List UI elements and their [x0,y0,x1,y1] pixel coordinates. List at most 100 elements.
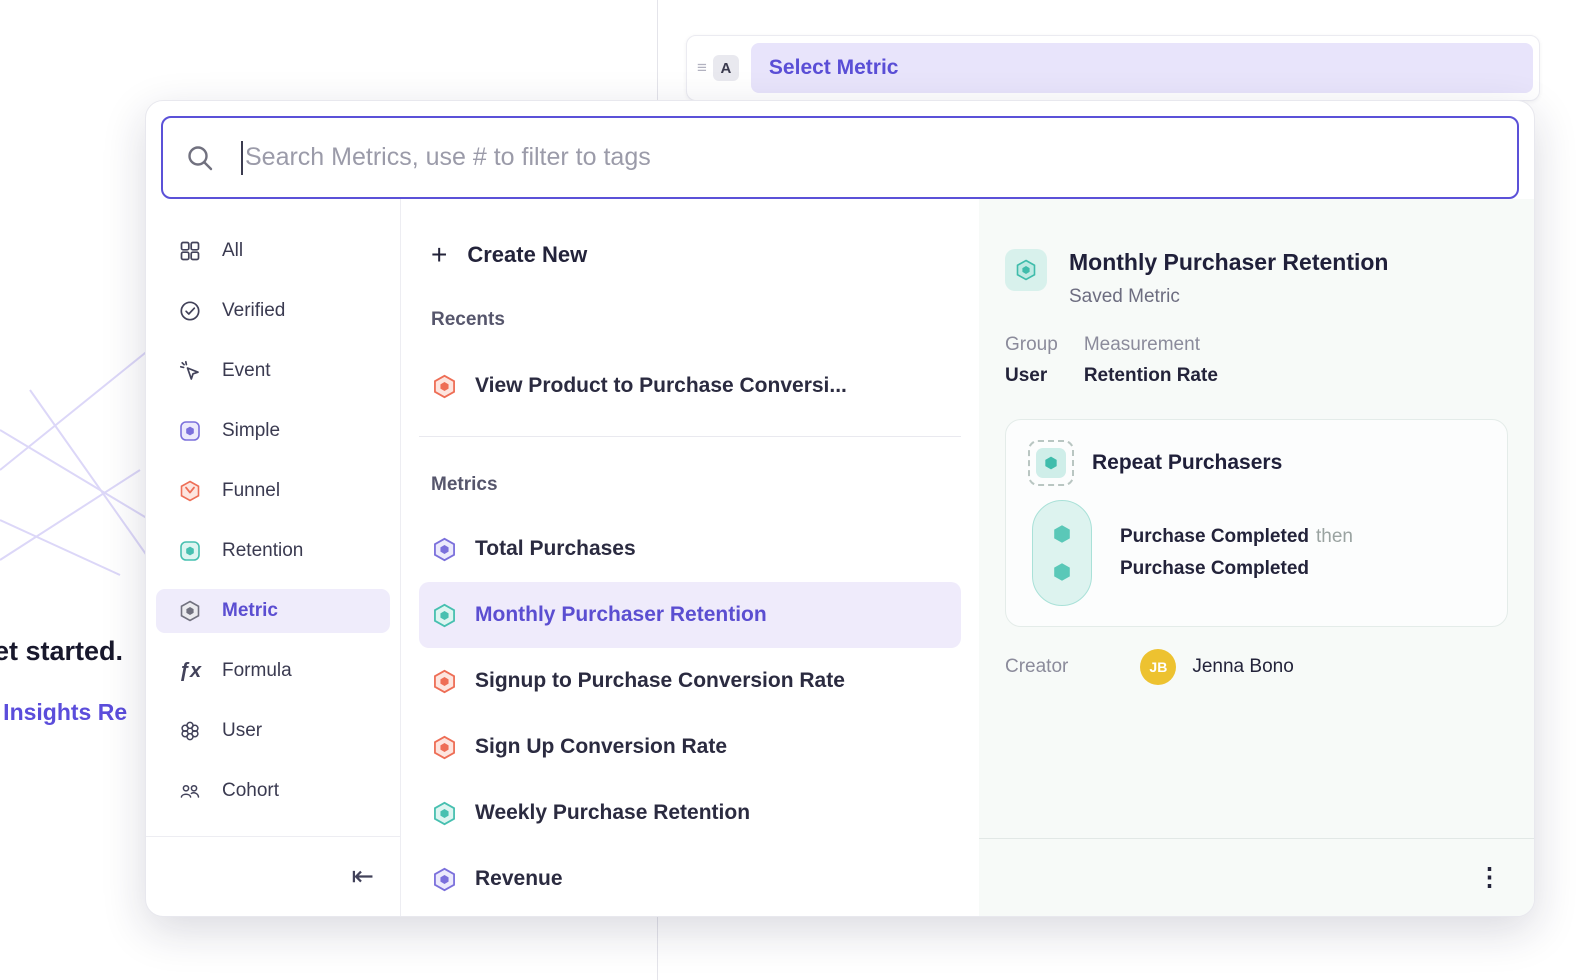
funnel-icon [178,479,202,503]
sidebar-item-label: Simple [222,420,280,442]
metric-item-revenue[interactable]: Revenue [419,846,961,912]
group-meta: Group User [1005,334,1058,387]
list-divider [419,436,961,437]
preview-subtitle: Saved Metric [1069,286,1388,308]
sidebar-footer: ⇤ [146,836,400,916]
retention-metric-icon [431,800,458,827]
metric-item-label: Sign Up Conversion Rate [475,735,727,759]
metric-item-label: Signup to Purchase Conversion Rate [475,669,845,693]
event-icon [178,359,202,383]
sidebar-item-label: Metric [222,600,278,622]
preview-content: Monthly Purchaser Retention Saved Metric… [979,199,1534,838]
funnel-metric-icon [431,734,458,761]
filter-list: All Verified [146,199,400,836]
sidebar-item-cohort[interactable]: Cohort [156,769,390,813]
metric-definition-card: Repeat Purchasers [1005,419,1508,627]
event-hexagon-icon [1051,561,1073,583]
sidebar-item-label: Verified [222,300,285,322]
cohort-dashed-icon [1028,440,1074,486]
filter-sidebar: All Verified [146,199,401,916]
metric-item-total-purchases[interactable]: Total Purchases [419,516,961,582]
search-box [161,116,1519,199]
select-metric-field[interactable]: Select Metric [751,43,1533,93]
metric-icon [178,599,202,623]
metric-item-sign-up-conversion-rate[interactable]: Sign Up Conversion Rate [419,714,961,780]
sidebar-item-label: All [222,240,243,262]
creator-avatar: JB [1140,649,1176,685]
creator-row: Creator JB Jenna Bono [1005,649,1508,685]
sidebar-item-label: User [222,720,262,742]
recents-header: Recents [419,305,961,335]
metric-item-signup-to-purchase-conversion-rate[interactable]: Signup to Purchase Conversion Rate [419,648,961,714]
metric-select-bar: ≡ A Select Metric [686,35,1540,101]
plus-icon: + [431,241,447,269]
user-flower-icon [178,719,202,743]
step-1: Purchase Completedthen [1120,526,1353,548]
measurement-label: Measurement [1084,334,1218,356]
sidebar-item-label: Retention [222,540,303,562]
metric-item-label: Total Purchases [475,537,636,561]
then-connector: then [1316,526,1353,547]
metric-item-label: Revenue [475,867,563,891]
simple-metric-icon [431,866,458,893]
create-new-button[interactable]: + Create New [419,233,961,277]
sidebar-item-label: Formula [222,660,292,682]
background-partial-heading: et started. [0,636,123,667]
metric-item-label: Weekly Purchase Retention [475,801,750,825]
sidebar-item-retention[interactable]: Retention [156,529,390,573]
funnel-metric-icon [431,668,458,695]
collapse-sidebar-icon[interactable]: ⇤ [351,863,374,890]
creator-label: Creator [1005,656,1068,678]
search-icon [185,143,215,173]
preview-meta: Group User Measurement Retention Rate [1005,334,1508,387]
simple-metric-icon [431,536,458,563]
search-input[interactable] [245,143,1495,172]
sidebar-item-user[interactable]: User [156,709,390,753]
modal-body: All Verified [146,199,1534,916]
drag-handle-icon[interactable]: ≡ [697,58,707,78]
metric-list-column: + Create New Recents View Product to Pur… [401,199,979,916]
simple-icon [178,419,202,443]
series-a-badge: A [713,55,739,81]
preview-header: Monthly Purchaser Retention Saved Metric [1005,249,1508,308]
metric-preview-panel: Monthly Purchaser Retention Saved Metric… [979,199,1534,916]
metric-item-label: Monthly Purchaser Retention [475,603,767,627]
preview-footer: ⋮ [979,838,1534,916]
sidebar-item-event[interactable]: Event [156,349,390,393]
sidebar-item-label: Event [222,360,271,382]
sidebar-item-verified[interactable]: Verified [156,289,390,333]
sidebar-item-label: Funnel [222,480,280,502]
measurement-value: Retention Rate [1084,365,1218,387]
retention-metric-icon [1005,249,1047,291]
cohort-icon [178,779,202,803]
sidebar-item-label: Cohort [222,780,279,802]
card-body: Purchase Completedthen Purchase Complete… [1028,500,1485,606]
search-area [146,101,1534,199]
sidebar-item-simple[interactable]: Simple [156,409,390,453]
metric-picker-modal: All Verified [145,100,1535,917]
sidebar-item-metric[interactable]: Metric [156,589,390,633]
step-list: Purchase Completedthen Purchase Complete… [1120,516,1353,590]
sidebar-item-formula[interactable]: ƒx Formula [156,649,390,693]
formula-icon: ƒx [178,659,202,683]
metric-item-monthly-purchaser-retention[interactable]: Monthly Purchaser Retention [419,582,961,648]
recent-item-label: View Product to Purchase Conversi... [475,374,847,398]
text-caret [241,141,243,175]
retention-metric-icon [431,602,458,629]
grid-icon [178,239,202,263]
metric-item-weekly-purchase-retention[interactable]: Weekly Purchase Retention [419,780,961,846]
card-title: Repeat Purchasers [1092,451,1282,475]
measurement-meta: Measurement Retention Rate [1084,334,1218,387]
metrics-header: Metrics [419,470,961,500]
verified-icon [178,299,202,323]
sidebar-item-all[interactable]: All [156,229,390,273]
preview-title-block: Monthly Purchaser Retention Saved Metric [1069,249,1388,308]
recent-item[interactable]: View Product to Purchase Conversi... [419,354,961,418]
event-hexagon-icon [1051,523,1073,545]
page: et started. e Insights Re ≡ A Select Met… [0,0,1576,980]
retention-icon [178,539,202,563]
background-partial-link[interactable]: e Insights Re [0,699,127,726]
sidebar-item-funnel[interactable]: Funnel [156,469,390,513]
group-label: Group [1005,334,1058,356]
kebab-menu-icon[interactable]: ⋮ [1477,865,1502,890]
